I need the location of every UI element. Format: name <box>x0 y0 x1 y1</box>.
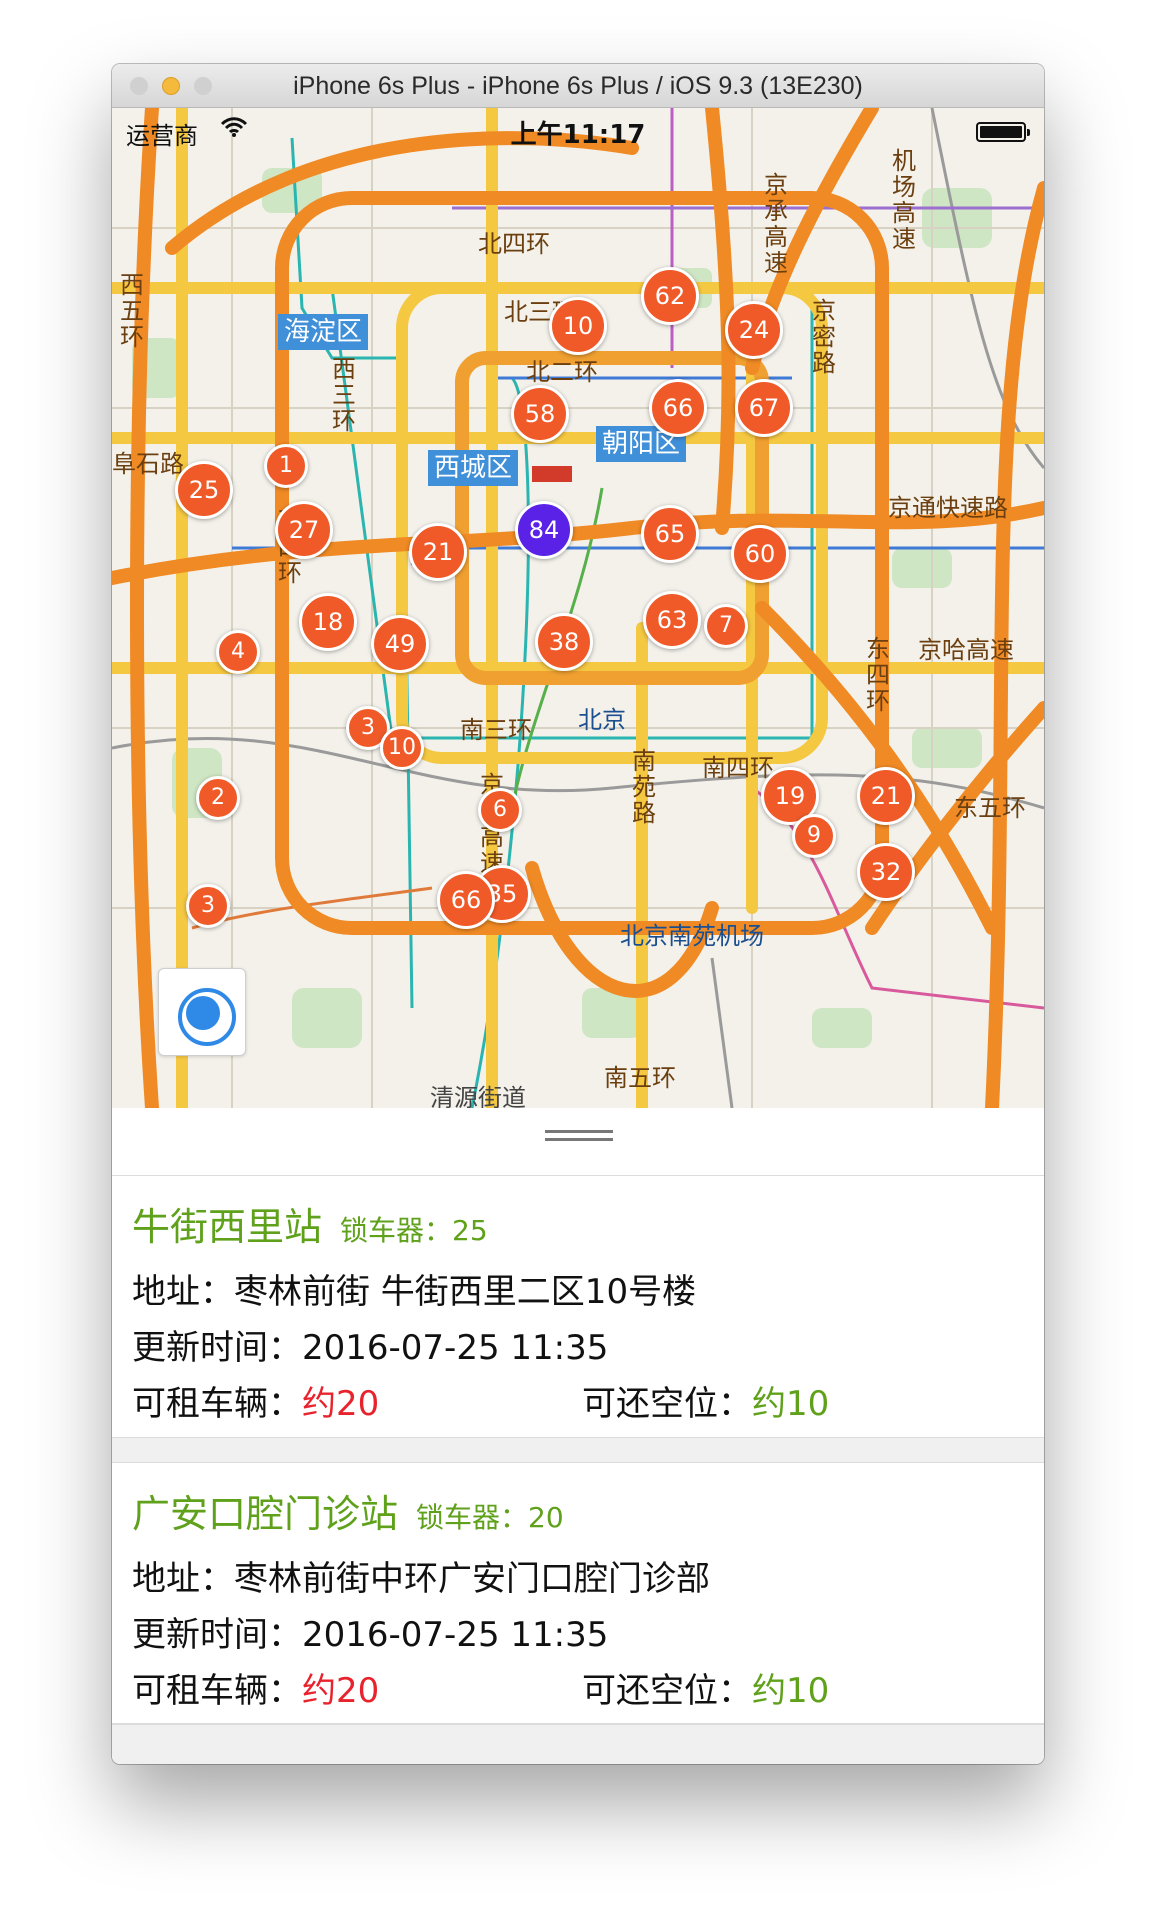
road-label: 南四环 <box>702 754 774 782</box>
station-cluster-marker[interactable]: 4 <box>216 630 260 674</box>
map-view[interactable]: 运营商 上午11:17 海淀区 西城区 朝阳区 北四环 北三环 北二环 西五环 … <box>112 108 1044 1108</box>
station-cluster-marker[interactable]: 38 <box>535 613 593 671</box>
station-cluster-marker[interactable]: 62 <box>641 267 699 325</box>
lock-label: 锁车器：20 <box>416 1501 564 1534</box>
poi-label: 北京南苑机场 <box>620 922 764 950</box>
station-cluster-marker[interactable]: 24 <box>725 301 783 359</box>
district-label: 海淀区 <box>278 314 369 350</box>
status-time: 上午11:17 <box>510 120 646 150</box>
station-cluster-marker-selected[interactable]: 84 <box>515 501 573 559</box>
station-cluster-marker[interactable]: 66 <box>649 379 707 437</box>
locate-me-button[interactable] <box>158 968 246 1056</box>
lock-label: 锁车器：25 <box>340 1214 488 1247</box>
station-cluster-marker[interactable]: 63 <box>643 591 701 649</box>
road-label: 机场高速 <box>892 147 916 253</box>
ios-status-bar: 运营商 上午11:17 <box>112 108 1044 152</box>
station-address: 地址：枣林前街 牛街西里二区10号楼 <box>132 1272 697 1312</box>
road-label: 清源街道 <box>430 1084 526 1108</box>
road-label: 东五环 <box>954 794 1026 822</box>
road-label: 京密路 <box>812 297 836 377</box>
station-cluster-marker[interactable]: 10 <box>380 726 424 770</box>
road-label: 东四环 <box>866 635 890 715</box>
station-cluster-marker[interactable]: 21 <box>857 767 915 825</box>
station-cluster-marker[interactable]: 3 <box>186 884 230 928</box>
divider <box>112 1724 1044 1764</box>
station-cluster-marker[interactable]: 9 <box>792 814 836 858</box>
return-slots: 可还空位：约10 <box>582 1384 830 1424</box>
station-name: 广安口腔门诊站 <box>132 1492 399 1536</box>
road-label: 京承高速 <box>764 171 788 277</box>
station-cluster-marker[interactable]: 27 <box>275 501 333 559</box>
map-roads <box>112 108 1044 1108</box>
station-cluster-marker[interactable]: 10 <box>549 297 607 355</box>
station-cluster-marker[interactable]: 66 <box>437 871 495 929</box>
station-cluster-marker[interactable]: 67 <box>735 379 793 437</box>
station-cluster-marker[interactable]: 21 <box>409 523 467 581</box>
station-cluster-marker[interactable]: 65 <box>641 505 699 563</box>
station-cluster-marker[interactable]: 49 <box>371 615 429 673</box>
road-label: 北二环 <box>526 358 598 386</box>
station-header: 牛街西里站 锁车器：25 <box>132 1196 488 1251</box>
station-updated: 更新时间：2016-07-25 11:35 <box>132 1328 609 1368</box>
available-bikes: 可租车辆：约20 <box>132 1384 380 1424</box>
station-cluster-marker[interactable]: 25 <box>175 461 233 519</box>
road-label: 西五环 <box>120 271 144 351</box>
battery-icon <box>976 122 1030 142</box>
station-cluster-marker[interactable]: 6 <box>478 788 522 832</box>
station-cluster-marker[interactable]: 32 <box>857 843 915 901</box>
available-bikes: 可租车辆：约20 <box>132 1671 380 1711</box>
road-label: 北四环 <box>478 230 550 258</box>
window-title: iPhone 6s Plus - iPhone 6s Plus / iOS 9.… <box>293 72 863 100</box>
station-cluster-marker[interactable]: 18 <box>299 593 357 651</box>
window-titlebar: iPhone 6s Plus - iPhone 6s Plus / iOS 9.… <box>112 64 1044 108</box>
road-label: 阜石路 <box>112 450 184 478</box>
district-label: 西城区 <box>428 450 519 486</box>
simulator-window: iPhone 6s Plus - iPhone 6s Plus / iOS 9.… <box>112 64 1044 1764</box>
station-address: 地址：枣林前街中环广安门口腔门诊部 <box>132 1559 710 1599</box>
station-list-sheet: 牛街西里站 锁车器：25 地址：枣林前街 牛街西里二区10号楼 更新时间：2016… <box>112 1108 1044 1764</box>
drag-handle[interactable] <box>545 1130 613 1144</box>
station-card[interactable]: 广安口腔门诊站 锁车器：20 地址：枣林前街中环广安门口腔门诊部 更新时间：201… <box>112 1462 1044 1724</box>
road-label: 京哈高速 <box>918 636 1014 664</box>
station-card[interactable]: 牛街西里站 锁车器：25 地址：枣林前街 牛街西里二区10号楼 更新时间：2016… <box>112 1176 1044 1438</box>
return-slots: 可还空位：约10 <box>582 1671 830 1711</box>
station-cluster-marker[interactable]: 58 <box>511 385 569 443</box>
divider <box>112 1438 1044 1462</box>
road-label: 南五环 <box>604 1064 676 1092</box>
station-name: 牛街西里站 <box>132 1205 323 1249</box>
station-cluster-marker[interactable]: 1 <box>264 444 308 488</box>
road-label: 南三环 <box>460 716 532 744</box>
station-cluster-marker[interactable]: 2 <box>196 776 240 820</box>
road-label: 京通快速路 <box>888 494 1008 522</box>
station-updated: 更新时间：2016-07-25 11:35 <box>132 1615 609 1655</box>
station-cluster-marker[interactable]: 60 <box>731 525 789 583</box>
road-label: 西三环 <box>332 355 356 435</box>
road-label: 南苑路 <box>632 747 656 827</box>
station-header: 广安口腔门诊站 锁车器：20 <box>132 1483 564 1538</box>
station-cluster-marker[interactable]: 7 <box>704 604 748 648</box>
poi-label: 北京 <box>578 706 626 734</box>
